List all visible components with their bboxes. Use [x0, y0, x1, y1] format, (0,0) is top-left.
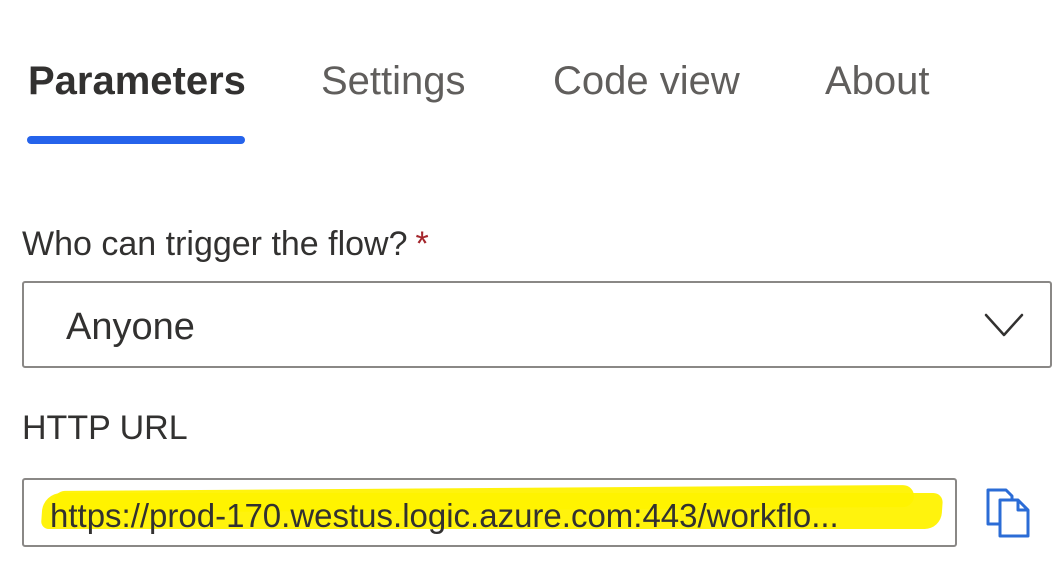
- http-url-value[interactable]: https://prod-170.westus.logic.azure.com:…: [50, 496, 930, 536]
- trigger-field-label: Who can trigger the flow? *: [22, 224, 429, 264]
- required-marker: *: [415, 225, 429, 263]
- tab-code-view[interactable]: Code view: [553, 55, 740, 107]
- trigger-field-label-text: Who can trigger the flow?: [22, 225, 408, 263]
- tab-bar: Parameters Settings Code view About: [0, 0, 1055, 150]
- tab-settings[interactable]: Settings: [321, 55, 466, 107]
- tab-parameters[interactable]: Parameters: [28, 55, 246, 107]
- chevron-down-icon: [984, 313, 1024, 337]
- trigger-dropdown-value: Anyone: [66, 306, 195, 348]
- copy-icon[interactable]: [982, 484, 1034, 540]
- http-url-label: HTTP URL: [22, 409, 188, 447]
- parameters-panel: Parameters Settings Code view About Who …: [0, 0, 1055, 579]
- trigger-dropdown[interactable]: Anyone: [22, 281, 1052, 368]
- tab-about[interactable]: About: [825, 55, 930, 107]
- active-tab-indicator: [27, 136, 245, 144]
- http-url-field[interactable]: https://prod-170.westus.logic.azure.com:…: [22, 478, 957, 547]
